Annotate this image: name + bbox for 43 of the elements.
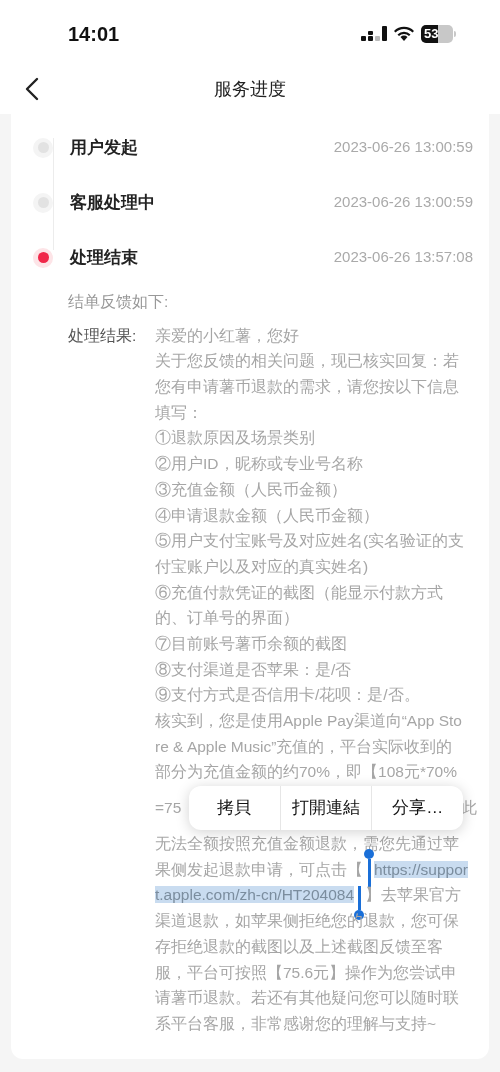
body-text: 填写： xyxy=(155,403,203,421)
step-time: 2023-06-26 13:57:08 xyxy=(333,247,473,268)
body-text: ⑨支付方式是否信用卡/花呗：是/否。 xyxy=(155,686,420,704)
body-text: 亲爱的小红薯，您好 xyxy=(155,326,299,344)
body-text: 的、订单号的界面） xyxy=(155,609,299,627)
step-title: 用户发起 xyxy=(70,136,138,159)
step-time: 2023-06-26 13:00:59 xyxy=(333,192,473,213)
body-text: 系平台客服，非常感谢您的理解与支持~ xyxy=(155,1014,437,1032)
body-text: 核实到，您是使用Apple Pay渠道向“App Sto xyxy=(155,712,462,729)
body-text: 服，平台可按照【75.6元】操作为您尝试申 xyxy=(155,963,458,981)
body-text: 请薯币退款。若还有其他疑问您可以随时联 xyxy=(155,989,459,1007)
body-text: ⑤用户支付宝账号及对应姓名(实名验证的支 xyxy=(155,532,465,550)
body-text: ②用户ID，昵称或专业号名称 xyxy=(155,455,363,473)
body-text: 付宝账户以及对应的真实姓名) xyxy=(155,557,369,575)
body-text: 存拒绝退款的截图以及上述截图反馈至客 xyxy=(155,937,443,955)
wifi-icon xyxy=(393,26,415,42)
body-text: ⑦目前账号薯币余额的截图 xyxy=(155,634,347,652)
menu-item[interactable]: 拷貝 xyxy=(189,785,280,830)
body-text: ⑥充值付款凭证的截图（能显示付款方式 xyxy=(155,583,443,601)
body-text: 您有申请薯币退款的需求，请您按以下信息 xyxy=(155,378,459,396)
body-text: ③充值金额（人民币金额） xyxy=(155,480,347,498)
signal-icon xyxy=(361,26,387,42)
menu-item[interactable]: 分享… xyxy=(371,785,463,830)
menu-item[interactable]: 打開連結 xyxy=(279,785,372,830)
body-text: 关于您反馈的相关问题，现已核实回复：若 xyxy=(155,352,459,370)
feedback-heading: 结单反馈如下: xyxy=(68,292,169,312)
body-text: 部分为充值金额的约70%，即【108元*70% xyxy=(155,763,457,781)
step-time: 2023-06-26 13:00:59 xyxy=(333,137,473,158)
status-time: 14:01 xyxy=(68,22,120,47)
result-label: 处理结果: xyxy=(68,325,138,346)
body-text: ⑧支付渠道是否苹果：是/否 xyxy=(155,660,352,678)
body-text: 果侧发起退款申请，可点击【 xyxy=(155,860,363,878)
body-text: 】去苹果官方 xyxy=(365,886,462,904)
body-text: ④申请退款金额（人民币金额） xyxy=(155,506,379,524)
body-text: =75 xyxy=(155,798,182,819)
body-text: re & Apple Music”充值的，平台实际收到的 xyxy=(155,737,453,755)
step-title: 客服处理中 xyxy=(70,191,155,214)
page-title: 服务进度 xyxy=(214,77,286,101)
battery-icon: 53 xyxy=(421,25,456,43)
step-title: 处理结束 xyxy=(70,246,138,269)
body-text: 渠道退款，如苹果侧拒绝您的退款，您可保 xyxy=(155,912,459,930)
body-text: 无法全额按照充值金额退款，需您先通过苹 xyxy=(155,835,459,853)
body-text: ①退款原因及场景类别 xyxy=(155,429,315,447)
